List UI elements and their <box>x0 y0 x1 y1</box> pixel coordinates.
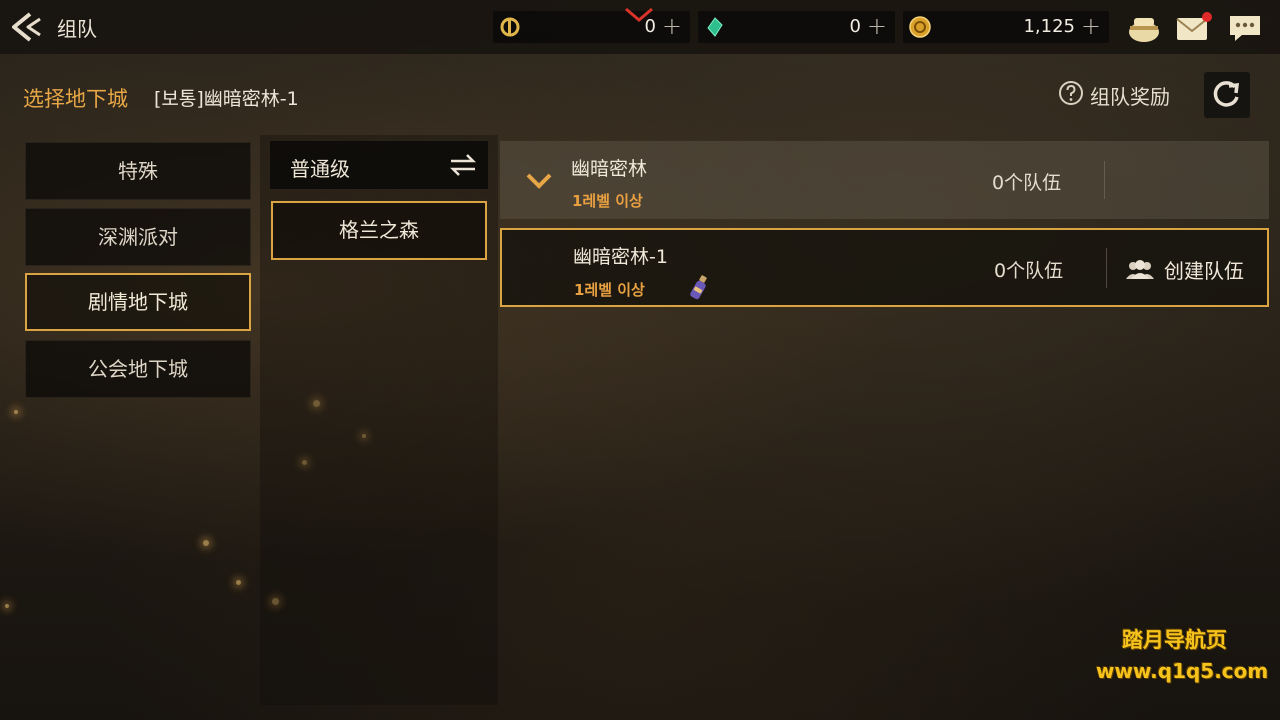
mail-button[interactable] <box>1173 8 1213 46</box>
mail-icon <box>1176 12 1212 40</box>
firefly-light <box>203 540 209 546</box>
back-button[interactable] <box>8 8 48 46</box>
add-cera-button[interactable]: + <box>662 12 682 40</box>
difficulty-label: 普通级 <box>290 157 350 181</box>
firefly-light <box>14 410 18 414</box>
dungeon-item-team-count: 0个队伍 <box>994 260 1064 282</box>
category-special[interactable]: 特殊 <box>25 142 251 200</box>
dungeon-item-name: 幽暗密林-1 <box>573 246 668 268</box>
cera-currency: 0 + <box>493 7 690 43</box>
category-guild-dungeon[interactable]: 公会地下城 <box>25 340 251 398</box>
cera-coin-icon <box>500 17 520 37</box>
crystal-currency: 0 + <box>698 11 895 43</box>
divider <box>1104 161 1105 199</box>
dungeon-item-level: 1레벨 이상 <box>574 281 645 299</box>
add-crystal-button[interactable]: + <box>867 12 887 40</box>
region-label: 格兰之森 <box>339 218 419 242</box>
selected-dungeon-name: [보통]幽暗密林-1 <box>154 88 299 110</box>
create-team-label: 创建队伍 <box>1164 259 1244 283</box>
back-arrow-icon <box>12 12 41 42</box>
category-story-dungeon[interactable]: 剧情地下城 <box>25 273 251 331</box>
dungeon-item-row[interactable]: 幽暗密林-1 1레벨 이상 0个队伍 创建队伍 <box>500 228 1269 307</box>
dungeon-group-level: 1레벨 이상 <box>572 192 643 210</box>
dungeon-group-row[interactable]: 幽暗密林 1레벨 이상 0个队伍 <box>500 141 1269 219</box>
chat-icon <box>1230 16 1260 41</box>
divider <box>1106 248 1107 288</box>
dungeon-group-name: 幽暗密林 <box>571 158 648 180</box>
refresh-icon <box>1213 81 1240 107</box>
potion-icon <box>690 275 707 300</box>
group-icon <box>1126 260 1154 279</box>
chat-button[interactable] <box>1225 8 1265 46</box>
crystal-icon <box>707 17 723 37</box>
gold-currency: 1,125 + <box>903 11 1109 43</box>
firefly-light <box>5 604 9 608</box>
firefly-light <box>236 580 241 585</box>
pouch-icon <box>1129 18 1159 42</box>
swap-icon <box>449 154 477 176</box>
help-icon <box>1059 81 1083 105</box>
category-label: 特殊 <box>118 159 158 183</box>
top-bar: 组队 0 + 0 + 1,125 + <box>0 0 1280 54</box>
gold-coin-icon <box>909 16 931 38</box>
difficulty-toggle[interactable]: 普通级 <box>270 141 488 189</box>
team-reward-label: 组队奖励 <box>1090 85 1170 109</box>
chevron-down-icon <box>526 173 552 189</box>
category-label: 剧情地下城 <box>88 290 188 314</box>
dungeon-group-team-count: 0个队伍 <box>992 172 1062 194</box>
cera-value: 0 <box>644 16 656 37</box>
select-dungeon-label: 选择地下城 <box>23 87 128 111</box>
gold-value: 1,125 <box>1023 16 1075 37</box>
refresh-button[interactable] <box>1204 72 1250 118</box>
add-gold-button[interactable]: + <box>1081 12 1101 40</box>
region-grand-forest[interactable]: 格兰之森 <box>271 201 487 260</box>
category-label: 公会地下城 <box>88 357 188 381</box>
category-abyss-party[interactable]: 深渊派对 <box>25 208 251 266</box>
category-label: 深渊派对 <box>98 225 178 249</box>
crystal-value: 0 <box>849 16 861 37</box>
pouch-button[interactable] <box>1124 8 1164 46</box>
watermark-url: www.q1q5.com <box>1096 659 1269 683</box>
watermark-title: 踏月导航页 <box>1122 628 1227 652</box>
page-title: 组队 <box>57 17 97 41</box>
